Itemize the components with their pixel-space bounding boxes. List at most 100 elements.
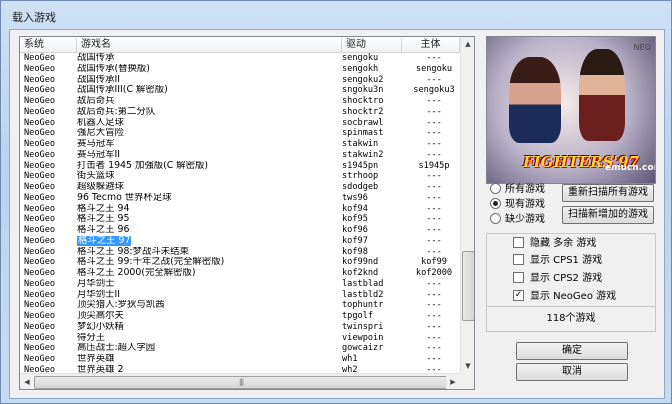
- game-list-row[interactable]: NeoGeo 格斗之王 96 kof96 ---: [20, 225, 460, 236]
- game-list-row[interactable]: NeoGeo 得分王 viewpoin ---: [20, 333, 460, 344]
- vertical-scrollbar[interactable]: ▲ ▼: [460, 37, 474, 373]
- checkbox-label: 显示 CPS2 游戏: [530, 273, 603, 284]
- game-list-row[interactable]: NeoGeo 96 Tecmo 世界杯足球 tws96 ---: [20, 193, 460, 204]
- scroll-left-arrow-icon[interactable]: ◀: [20, 375, 34, 389]
- row-driver: kof99nd: [342, 257, 379, 268]
- radio-missing-games[interactable]: 缺少游戏: [490, 212, 545, 227]
- game-list-row[interactable]: NeoGeo 格斗之王 95 kof95 ---: [20, 214, 460, 225]
- game-list-row[interactable]: NeoGeo 强尼大冒险 spinmast ---: [20, 128, 460, 139]
- row-system: NeoGeo: [24, 278, 56, 289]
- row-driver: twinspri: [342, 321, 384, 332]
- radio-all-games[interactable]: 所有游戏: [490, 182, 545, 197]
- row-parent: ---: [426, 139, 442, 149]
- row-driver: kof98: [342, 246, 368, 257]
- game-list-row[interactable]: NeoGeo 机器人足球 socbrawl ---: [20, 118, 460, 129]
- row-system: NeoGeo: [24, 160, 56, 171]
- game-list-row[interactable]: NeoGeo 世界英雄 wh1 ---: [20, 354, 460, 365]
- game-list-row[interactable]: NeoGeo 赛马冠军 stakwin ---: [20, 139, 460, 150]
- row-system: NeoGeo: [24, 354, 56, 364]
- row-game-name: 战国传承III(C 解密版): [77, 85, 335, 96]
- row-game-name: 赛马冠军II: [77, 150, 335, 161]
- column-header-driver[interactable]: 驱动: [342, 38, 402, 52]
- game-list-row[interactable]: NeoGeo 格斗之王 2000(完全解密版) kof2knd kof2000: [20, 268, 460, 279]
- row-game-name: 敌后奇兵:第二分队: [77, 107, 335, 118]
- row-game-name-text: 96 Tecmo 世界杯足球: [77, 192, 172, 203]
- checkbox-show-neogeo[interactable]: ✓ 显示 NeoGeo 游戏: [513, 289, 616, 305]
- game-list-row[interactable]: NeoGeo 战国传承II sengoku2 ---: [20, 75, 460, 86]
- column-header-parent[interactable]: 主体: [402, 38, 460, 52]
- row-game-name: 格斗之王 96: [77, 225, 335, 236]
- row-system: NeoGeo: [24, 128, 56, 139]
- row-driver: kof94: [342, 203, 368, 214]
- row-driver: lastbld2: [342, 289, 384, 300]
- game-list[interactable]: 系统 游戏名 驱动 主体 NeoGeo 战国传承 sengoku --- NeoGeo 战…: [19, 36, 475, 390]
- checkbox-show-cps1[interactable]: 显示 CPS1 游戏: [513, 253, 602, 269]
- game-list-row[interactable]: NeoGeo 月华剑士II lastbld2 ---: [20, 290, 460, 301]
- horizontal-scrollbar[interactable]: ◀ ||| ▶: [20, 373, 460, 389]
- column-header-game-name[interactable]: 游戏名: [77, 38, 342, 52]
- row-game-name-text: 街头篮球: [77, 171, 115, 182]
- row-parent: s1945p: [418, 160, 450, 171]
- row-driver: stakwin2: [342, 149, 384, 160]
- row-game-name-text: 得分王: [77, 332, 106, 343]
- column-header-system[interactable]: 系统: [20, 38, 77, 52]
- game-list-row[interactable]: NeoGeo 顶尖高尔夫 tpgolf ---: [20, 311, 460, 322]
- checkbox-hide-extra[interactable]: 隐藏 多余 游戏: [513, 236, 596, 252]
- game-list-row[interactable]: NeoGeo 梦幻小妖精 twinspri ---: [20, 322, 460, 333]
- ok-button[interactable]: 确定: [516, 342, 628, 360]
- checkbox-show-cps2[interactable]: 显示 CPS2 游戏: [513, 271, 602, 287]
- row-game-name: 格斗之王 99:千年之战(完全解密版): [77, 257, 335, 268]
- checkbox-icon: [513, 253, 524, 265]
- row-game-name: 街头篮球: [77, 171, 335, 182]
- game-list-row[interactable]: NeoGeo 超级躲避球 sdodgeb ---: [20, 182, 460, 193]
- scroll-right-arrow-icon[interactable]: ▶: [446, 375, 460, 389]
- rescan-all-button[interactable]: 重新扫描所有游戏: [562, 184, 654, 202]
- row-driver: sngoku3n: [342, 85, 384, 96]
- row-system: NeoGeo: [24, 182, 56, 192]
- row-parent: ---: [426, 117, 442, 128]
- game-list-row[interactable]: NeoGeo 月华剑士 lastblad ---: [20, 279, 460, 290]
- game-list-row[interactable]: NeoGeo 战国传承III(C 解密版) sngoku3n sengoku3: [20, 85, 460, 96]
- row-parent: ---: [426, 225, 442, 235]
- row-driver: sdodgeb: [342, 182, 379, 192]
- checkbox-label: 显示 CPS1 游戏: [530, 255, 603, 266]
- game-list-row[interactable]: NeoGeo 敌后奇兵 shocktro ---: [20, 96, 460, 107]
- row-parent: ---: [426, 246, 442, 257]
- row-parent: ---: [426, 289, 442, 300]
- row-game-name: 敌后奇兵: [77, 96, 335, 107]
- game-list-row[interactable]: NeoGeo 敌后奇兵:第二分队 shocktr2 ---: [20, 107, 460, 118]
- game-list-row[interactable]: NeoGeo 战国传承 sengoku ---: [20, 53, 460, 64]
- radio-dot-icon: [490, 197, 501, 209]
- row-game-name-text: 强尼大冒险: [77, 128, 124, 139]
- title-bar[interactable]: 载入游戏: [1, 1, 671, 29]
- row-system: NeoGeo: [24, 235, 56, 246]
- game-list-row[interactable]: NeoGeo 高压战士:超人学园 gowcaizr ---: [20, 343, 460, 354]
- game-list-row[interactable]: NeoGeo 打击者 1945 加强版(C 解密版) s1945pn s1945p: [20, 161, 460, 172]
- scroll-down-arrow-icon[interactable]: ▼: [461, 359, 474, 373]
- row-game-name-text: 战国传承II: [77, 74, 121, 85]
- radio-available-games[interactable]: 现有游戏: [490, 197, 545, 212]
- checkbox-icon: [513, 236, 524, 248]
- game-list-row[interactable]: NeoGeo 格斗之王 97 kof97 ---: [20, 235, 460, 247]
- scan-new-button[interactable]: 扫描新增加的游戏: [562, 206, 654, 224]
- row-game-name-text: 顶尖高尔夫: [77, 311, 124, 321]
- game-list-row[interactable]: NeoGeo 格斗之王 99:千年之战(完全解密版) kof99nd kof99: [20, 257, 460, 268]
- cancel-button[interactable]: 取消: [516, 363, 628, 381]
- game-list-row[interactable]: NeoGeo 战国传承(替换版) sengokh sengoku: [20, 64, 460, 75]
- game-list-row[interactable]: NeoGeo 赛马冠军II stakwin2 ---: [20, 150, 460, 161]
- row-system: NeoGeo: [24, 343, 56, 354]
- row-parent: sengoku3: [413, 85, 455, 96]
- row-parent: ---: [426, 214, 442, 225]
- row-parent: ---: [426, 343, 442, 354]
- row-game-name: 月华剑士: [77, 279, 335, 290]
- row-parent: ---: [426, 171, 442, 182]
- scroll-up-arrow-icon[interactable]: ▲: [461, 37, 474, 51]
- row-parent: kof99: [421, 257, 447, 268]
- game-list-row[interactable]: NeoGeo 格斗之王 94 kof94 ---: [20, 204, 460, 215]
- game-list-row[interactable]: NeoGeo 格斗之王 98:梦战斗未结束 kof98 ---: [20, 247, 460, 258]
- vertical-scroll-thumb[interactable]: [462, 251, 474, 321]
- row-parent: ---: [426, 278, 442, 289]
- game-list-row[interactable]: NeoGeo 街头篮球 strhoop ---: [20, 171, 460, 182]
- horizontal-scroll-thumb[interactable]: |||: [34, 376, 449, 389]
- game-list-row[interactable]: NeoGeo 顶尖猎人:罗狄与凯茜 tophuntr ---: [20, 300, 460, 311]
